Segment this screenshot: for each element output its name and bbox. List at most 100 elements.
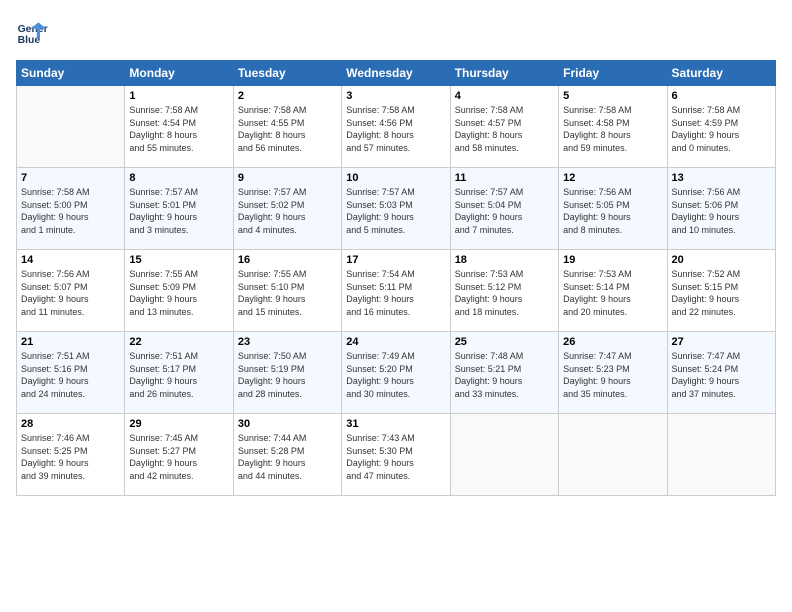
weekday-header-wednesday: Wednesday	[342, 61, 450, 86]
day-info: Sunrise: 7:56 AM Sunset: 5:07 PM Dayligh…	[21, 268, 120, 318]
day-info: Sunrise: 7:58 AM Sunset: 4:56 PM Dayligh…	[346, 104, 445, 154]
week-row-4: 21 Sunrise: 7:51 AM Sunset: 5:16 PM Dayli…	[17, 332, 776, 414]
calendar-cell: 21 Sunrise: 7:51 AM Sunset: 5:16 PM Dayli…	[17, 332, 125, 414]
calendar-cell: 13 Sunrise: 7:56 AM Sunset: 5:06 PM Dayli…	[667, 168, 775, 250]
day-number: 4	[455, 90, 554, 102]
day-number: 5	[563, 90, 662, 102]
day-number: 1	[129, 90, 228, 102]
day-info: Sunrise: 7:57 AM Sunset: 5:02 PM Dayligh…	[238, 186, 337, 236]
week-row-5: 28 Sunrise: 7:46 AM Sunset: 5:25 PM Dayli…	[17, 414, 776, 496]
calendar-cell: 10 Sunrise: 7:57 AM Sunset: 5:03 PM Dayli…	[342, 168, 450, 250]
day-info: Sunrise: 7:58 AM Sunset: 4:58 PM Dayligh…	[563, 104, 662, 154]
logo: General Blue	[16, 16, 52, 48]
calendar-cell	[667, 414, 775, 496]
calendar-cell	[450, 414, 558, 496]
day-number: 30	[238, 418, 337, 430]
calendar-cell: 18Sunrise: 7:53 AM Sunset: 5:12 PM Dayli…	[450, 250, 558, 332]
day-number: 15	[129, 254, 228, 266]
weekday-header-row: SundayMondayTuesdayWednesdayThursdayFrid…	[17, 61, 776, 86]
calendar-cell: 11Sunrise: 7:57 AM Sunset: 5:04 PM Dayli…	[450, 168, 558, 250]
weekday-header-thursday: Thursday	[450, 61, 558, 86]
day-number: 10	[346, 172, 445, 184]
day-info: Sunrise: 7:50 AM Sunset: 5:19 PM Dayligh…	[238, 350, 337, 400]
day-info: Sunrise: 7:44 AM Sunset: 5:28 PM Dayligh…	[238, 432, 337, 482]
day-info: Sunrise: 7:45 AM Sunset: 5:27 PM Dayligh…	[129, 432, 228, 482]
calendar-cell: 23 Sunrise: 7:50 AM Sunset: 5:19 PM Dayli…	[233, 332, 341, 414]
calendar-body: 1 Sunrise: 7:58 AM Sunset: 4:54 PM Daylig…	[17, 86, 776, 496]
day-info: Sunrise: 7:57 AM Sunset: 5:01 PM Dayligh…	[129, 186, 228, 236]
calendar-cell: 19 Sunrise: 7:53 AM Sunset: 5:14 PM Dayli…	[559, 250, 667, 332]
day-number: 3	[346, 90, 445, 102]
day-info: Sunrise: 7:56 AM Sunset: 5:05 PM Dayligh…	[563, 186, 662, 236]
day-number: 7	[21, 172, 120, 184]
weekday-header-friday: Friday	[559, 61, 667, 86]
calendar-cell: 6Sunrise: 7:58 AM Sunset: 4:59 PM Daylig…	[667, 86, 775, 168]
day-info: Sunrise: 7:46 AM Sunset: 5:25 PM Dayligh…	[21, 432, 120, 482]
day-number: 2	[238, 90, 337, 102]
calendar-cell: 2Sunrise: 7:58 AM Sunset: 4:55 PM Daylig…	[233, 86, 341, 168]
calendar-cell: 9 Sunrise: 7:57 AM Sunset: 5:02 PM Daylig…	[233, 168, 341, 250]
day-info: Sunrise: 7:49 AM Sunset: 5:20 PM Dayligh…	[346, 350, 445, 400]
day-number: 31	[346, 418, 445, 430]
weekday-header-sunday: Sunday	[17, 61, 125, 86]
calendar-cell: 31 Sunrise: 7:43 AM Sunset: 5:30 PM Dayli…	[342, 414, 450, 496]
day-number: 23	[238, 336, 337, 348]
calendar-cell: 15 Sunrise: 7:55 AM Sunset: 5:09 PM Dayli…	[125, 250, 233, 332]
calendar-cell: 20 Sunrise: 7:52 AM Sunset: 5:15 PM Dayli…	[667, 250, 775, 332]
calendar-cell: 5 Sunrise: 7:58 AM Sunset: 4:58 PM Daylig…	[559, 86, 667, 168]
day-info: Sunrise: 7:53 AM Sunset: 5:12 PM Dayligh…	[455, 268, 554, 318]
day-number: 17	[346, 254, 445, 266]
calendar-cell: 16 Sunrise: 7:55 AM Sunset: 5:10 PM Dayli…	[233, 250, 341, 332]
day-number: 14	[21, 254, 120, 266]
day-info: Sunrise: 7:53 AM Sunset: 5:14 PM Dayligh…	[563, 268, 662, 318]
day-number: 16	[238, 254, 337, 266]
day-info: Sunrise: 7:56 AM Sunset: 5:06 PM Dayligh…	[672, 186, 771, 236]
page-container: General Blue SundayMondayTuesdayWednesda…	[0, 0, 792, 504]
calendar-cell: 28 Sunrise: 7:46 AM Sunset: 5:25 PM Dayli…	[17, 414, 125, 496]
day-number: 19	[563, 254, 662, 266]
calendar-cell: 30 Sunrise: 7:44 AM Sunset: 5:28 PM Dayli…	[233, 414, 341, 496]
calendar-cell: 8 Sunrise: 7:57 AM Sunset: 5:01 PM Daylig…	[125, 168, 233, 250]
day-info: Sunrise: 7:58 AM Sunset: 4:54 PM Dayligh…	[129, 104, 228, 154]
week-row-2: 7Sunrise: 7:58 AM Sunset: 5:00 PM Daylig…	[17, 168, 776, 250]
day-number: 12	[563, 172, 662, 184]
logo-icon: General Blue	[16, 16, 48, 48]
day-info: Sunrise: 7:51 AM Sunset: 5:17 PM Dayligh…	[129, 350, 228, 400]
header: General Blue	[16, 16, 776, 48]
day-info: Sunrise: 7:54 AM Sunset: 5:11 PM Dayligh…	[346, 268, 445, 318]
weekday-header-saturday: Saturday	[667, 61, 775, 86]
day-number: 29	[129, 418, 228, 430]
day-info: Sunrise: 7:58 AM Sunset: 4:57 PM Dayligh…	[455, 104, 554, 154]
day-number: 9	[238, 172, 337, 184]
day-info: Sunrise: 7:52 AM Sunset: 5:15 PM Dayligh…	[672, 268, 771, 318]
day-number: 24	[346, 336, 445, 348]
day-number: 8	[129, 172, 228, 184]
weekday-header-monday: Monday	[125, 61, 233, 86]
day-number: 11	[455, 172, 554, 184]
day-info: Sunrise: 7:43 AM Sunset: 5:30 PM Dayligh…	[346, 432, 445, 482]
day-info: Sunrise: 7:47 AM Sunset: 5:24 PM Dayligh…	[672, 350, 771, 400]
day-info: Sunrise: 7:57 AM Sunset: 5:03 PM Dayligh…	[346, 186, 445, 236]
day-info: Sunrise: 7:47 AM Sunset: 5:23 PM Dayligh…	[563, 350, 662, 400]
day-info: Sunrise: 7:55 AM Sunset: 5:09 PM Dayligh…	[129, 268, 228, 318]
calendar-cell: 29 Sunrise: 7:45 AM Sunset: 5:27 PM Dayli…	[125, 414, 233, 496]
weekday-header-tuesday: Tuesday	[233, 61, 341, 86]
calendar-cell: 7Sunrise: 7:58 AM Sunset: 5:00 PM Daylig…	[17, 168, 125, 250]
day-number: 21	[21, 336, 120, 348]
day-number: 20	[672, 254, 771, 266]
calendar-cell: 24 Sunrise: 7:49 AM Sunset: 5:20 PM Dayli…	[342, 332, 450, 414]
week-row-3: 14 Sunrise: 7:56 AM Sunset: 5:07 PM Dayli…	[17, 250, 776, 332]
day-number: 28	[21, 418, 120, 430]
calendar-cell: 1 Sunrise: 7:58 AM Sunset: 4:54 PM Daylig…	[125, 86, 233, 168]
day-info: Sunrise: 7:48 AM Sunset: 5:21 PM Dayligh…	[455, 350, 554, 400]
calendar-cell	[17, 86, 125, 168]
day-info: Sunrise: 7:51 AM Sunset: 5:16 PM Dayligh…	[21, 350, 120, 400]
day-info: Sunrise: 7:55 AM Sunset: 5:10 PM Dayligh…	[238, 268, 337, 318]
day-number: 13	[672, 172, 771, 184]
day-number: 25	[455, 336, 554, 348]
day-info: Sunrise: 7:58 AM Sunset: 4:59 PM Dayligh…	[672, 104, 771, 154]
calendar-cell	[559, 414, 667, 496]
calendar-cell: 14 Sunrise: 7:56 AM Sunset: 5:07 PM Dayli…	[17, 250, 125, 332]
calendar-cell: 26Sunrise: 7:47 AM Sunset: 5:23 PM Dayli…	[559, 332, 667, 414]
day-number: 27	[672, 336, 771, 348]
